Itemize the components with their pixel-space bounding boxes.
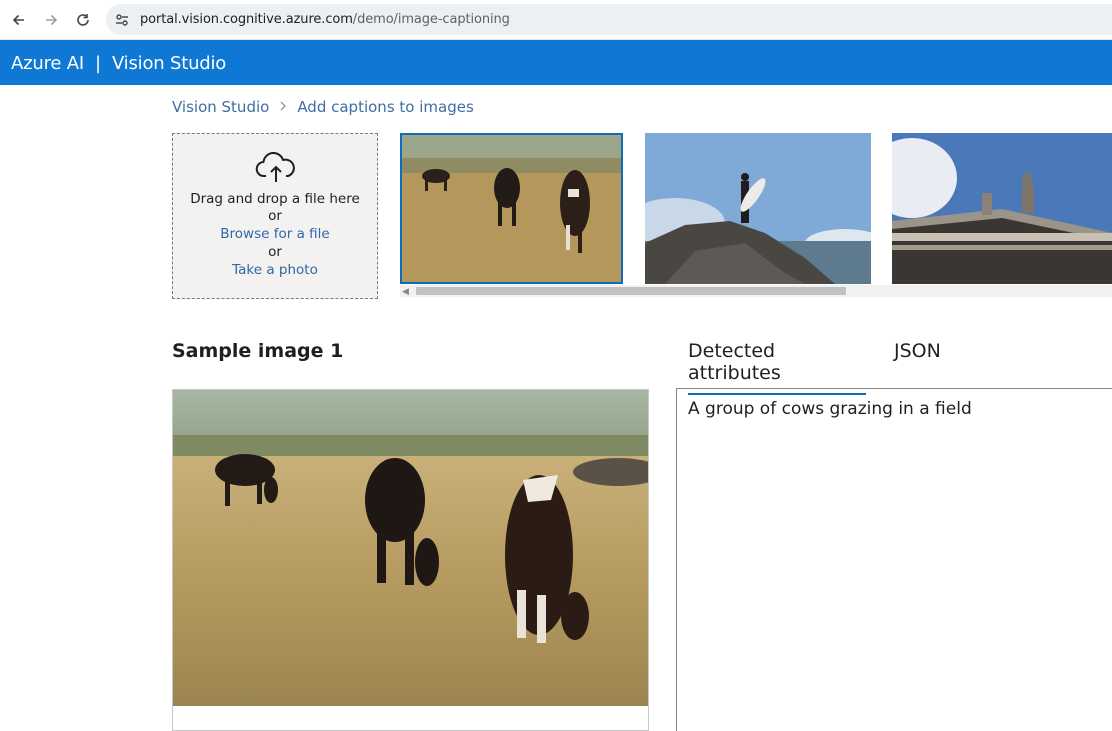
thumbnail-building[interactable] [892,133,1112,284]
back-arrow-icon[interactable] [8,9,30,31]
url-domain: portal.vision.cognitive.azure.com [140,12,353,27]
take-photo-link[interactable]: Take a photo [173,262,377,278]
or-text: or [268,244,282,260]
url-path: /demo/image-captioning [352,12,510,27]
app-header: Azure AI | Vision Studio [0,40,1112,85]
breadcrumb-chevron-icon [279,100,287,115]
cloud-upload-icon [255,152,295,182]
site-info-icon[interactable] [114,12,130,28]
breadcrumb-item-add-captions[interactable]: Add captions to images [297,98,473,116]
thumbnail-cows[interactable] [400,133,623,284]
tab-detected-attributes[interactable]: Detected attributes [688,340,866,395]
or-text: or [268,208,282,224]
address-bar[interactable]: portal.vision.cognitive.azure.com/demo/i… [106,4,1112,35]
scroll-left-arrow-icon[interactable]: ◀ [402,286,409,297]
reload-icon[interactable] [72,9,94,31]
thumbnail-surfer[interactable] [645,133,871,284]
scrollbar-thumb[interactable] [416,287,846,295]
url-text: portal.vision.cognitive.azure.com/demo/i… [140,12,510,27]
breadcrumb: Vision Studio Add captions to images [172,98,474,116]
sample-images-carousel [400,133,1112,285]
file-upload-dropzone[interactable]: Drag and drop a file here or Browse for … [172,133,378,299]
drag-drop-text: Drag and drop a file here [190,191,360,207]
carousel-scrollbar[interactable]: ◀ [400,285,1112,297]
sample-image-title: Sample image 1 [172,340,344,362]
browse-file-link[interactable]: Browse for a file [173,226,377,242]
app-title[interactable]: Azure AI | Vision Studio [11,53,226,74]
breadcrumb-item-vision-studio[interactable]: Vision Studio [172,98,269,116]
caption-result: A group of cows grazing in a field [688,399,972,419]
forward-arrow-icon[interactable] [40,9,62,31]
browser-toolbar: portal.vision.cognitive.azure.com/demo/i… [0,0,1112,40]
tab-json[interactable]: JSON [894,340,941,362]
sample-image-preview [172,389,649,731]
detected-attributes-panel: A group of cows grazing in a field [676,388,1112,731]
